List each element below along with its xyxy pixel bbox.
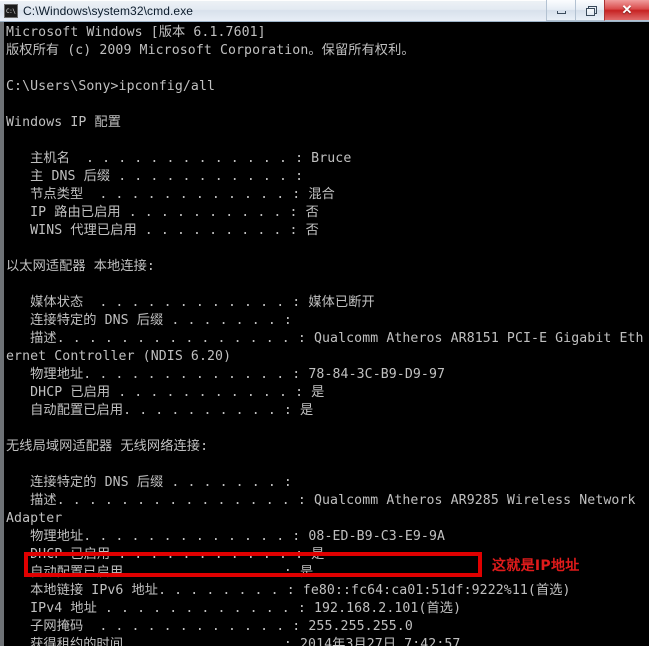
console-line: 自动配置已启用. . . . . . . . . . : 是 bbox=[6, 403, 314, 418]
console-line: Adapter bbox=[6, 511, 63, 526]
ipv4-annotation-label: 这就是IP地址 bbox=[492, 558, 580, 574]
title-bar[interactable]: C:\Windows\system32\cmd.exe ✕ bbox=[0, 0, 649, 22]
console-text: Microsoft Windows [版本 6.1.7601] 版权所有 (c) … bbox=[4, 22, 649, 646]
console-line: 版权所有 (c) 2009 Microsoft Corporation。保留所有… bbox=[6, 43, 415, 58]
console-line: 子网掩码 . . . . . . . . . . . . : 255.255.2… bbox=[6, 619, 413, 634]
console-line: Microsoft Windows [版本 6.1.7601] bbox=[6, 25, 266, 40]
console-line: 以太网适配器 本地连接: bbox=[6, 259, 155, 274]
console-line: 物理地址. . . . . . . . . . . . . : 78-84-3C… bbox=[6, 367, 446, 382]
console-line: DHCP 已启用 . . . . . . . . . . . : 是 bbox=[6, 385, 325, 400]
console-output-area[interactable]: Microsoft Windows [版本 6.1.7601] 版权所有 (c) … bbox=[0, 22, 649, 646]
window-controls: ✕ bbox=[546, 0, 649, 21]
console-line: Windows IP 配置 bbox=[6, 115, 122, 130]
console-line: 无线局域网适配器 无线网络连接: bbox=[6, 439, 209, 454]
console-line: ernet Controller (NDIS 6.20) bbox=[6, 349, 232, 364]
console-line: 物理地址. . . . . . . . . . . . . : 08-ED-B9… bbox=[6, 529, 446, 544]
console-line: 本地链接 IPv6 地址. . . . . . . . : fe80::fc64… bbox=[6, 583, 571, 598]
close-icon: ✕ bbox=[621, 2, 633, 17]
window-title: C:\Windows\system32\cmd.exe bbox=[23, 3, 194, 18]
console-line: 媒体状态 . . . . . . . . . . . . : 媒体已断开 bbox=[6, 295, 375, 310]
console-line: 主机名 . . . . . . . . . . . . . : Bruce bbox=[6, 151, 352, 166]
console-line: 连接特定的 DNS 后缀 . . . . . . . : bbox=[6, 475, 292, 490]
console-line: 获得租约的时间 . . . . . . . . . : 2014年3月27日 7… bbox=[6, 637, 461, 646]
cmd-window: C:\Windows\system32\cmd.exe ✕ Microsoft … bbox=[0, 0, 649, 646]
console-line: 主 DNS 后缀 . . . . . . . . . . . : bbox=[6, 169, 304, 184]
console-line: 节点类型 . . . . . . . . . . . . : 混合 bbox=[6, 187, 335, 202]
close-button[interactable]: ✕ bbox=[604, 0, 649, 21]
console-line: 连接特定的 DNS 后缀 . . . . . . . : bbox=[6, 313, 292, 328]
cmd-icon bbox=[4, 3, 18, 18]
console-line: IP 路由已启用 . . . . . . . . . . : 否 bbox=[6, 205, 319, 220]
restore-button[interactable] bbox=[575, 0, 604, 21]
console-line: WINS 代理已启用 . . . . . . . . . : 否 bbox=[6, 223, 319, 238]
minimize-icon bbox=[556, 11, 566, 14]
console-line: 描述. . . . . . . . . . . . . . . : Qualco… bbox=[6, 331, 644, 346]
restore-icon bbox=[585, 6, 597, 16]
console-line: IPv4 地址 . . . . . . . . . . . . : 192.16… bbox=[6, 601, 462, 616]
minimize-button[interactable] bbox=[546, 0, 575, 21]
console-line: C:\Users\Sony>ipconfig/all bbox=[6, 79, 216, 94]
console-line: 描述. . . . . . . . . . . . . . . : Qualco… bbox=[6, 493, 636, 508]
